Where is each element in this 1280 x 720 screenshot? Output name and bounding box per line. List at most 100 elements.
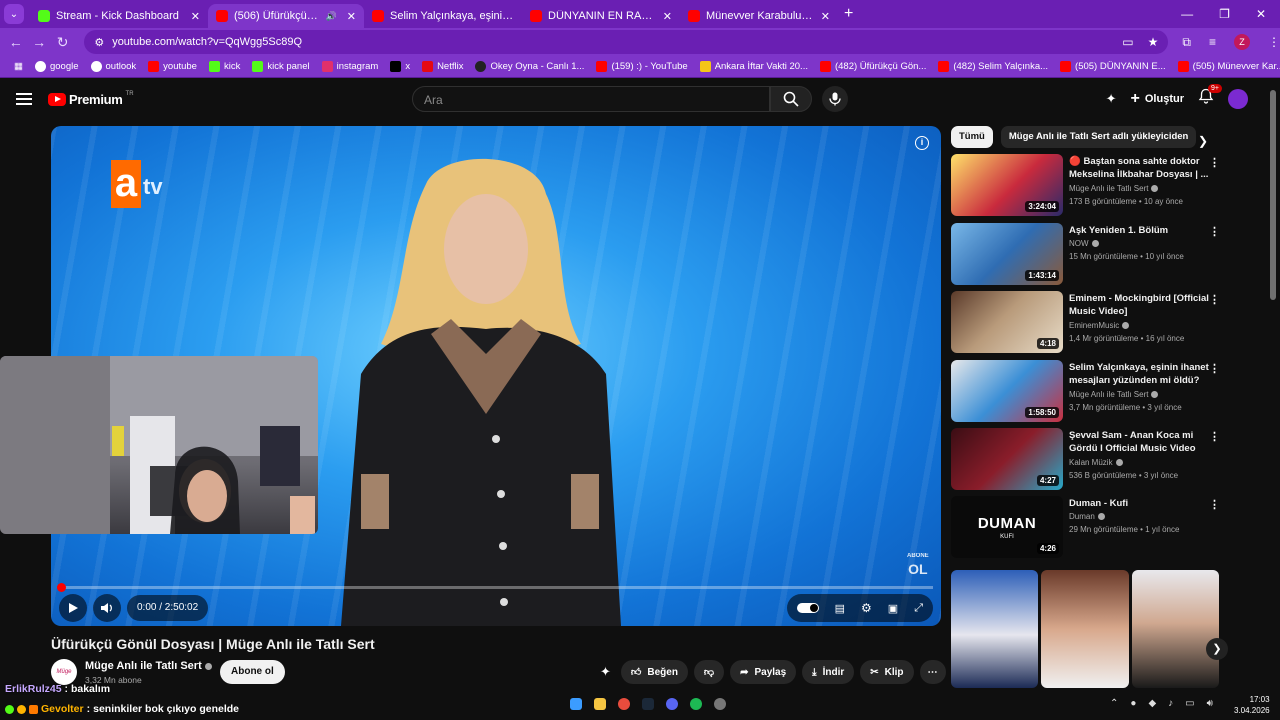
- chevron-right-icon[interactable]: ❯: [1198, 134, 1208, 148]
- shorts-next-button[interactable]: ❯: [1206, 638, 1228, 660]
- video-thumbnail[interactable]: 4:18: [951, 291, 1063, 353]
- recommendation-item[interactable]: 1:43:14 Aşk Yeniden 1. Bölüm NOW 15 Mn g…: [951, 223, 1223, 285]
- video-thumbnail[interactable]: 3:24:04: [951, 154, 1063, 216]
- chevron-up-icon[interactable]: ⌃: [1110, 698, 1118, 709]
- close-tab-icon[interactable]: ✕: [821, 10, 830, 23]
- site-info-icon[interactable]: ⚙: [94, 36, 104, 49]
- gem-icon[interactable]: ✦: [1106, 91, 1117, 107]
- create-button[interactable]: + Oluştur: [1131, 90, 1184, 108]
- bookmark-ankara-iftar[interactable]: Ankara İftar Vakti 20...: [694, 61, 814, 72]
- bookmark-outlook[interactable]: outlook: [85, 61, 143, 72]
- steam-tray-icon[interactable]: ◆: [1148, 698, 1156, 709]
- spotify-icon[interactable]: [690, 698, 702, 710]
- short-thumbnail[interactable]: [1131, 570, 1219, 688]
- bookmark-okey[interactable]: Okey Oyna - Canlı 1...: [469, 61, 590, 72]
- tab-selim[interactable]: Selim Yalçınkaya, eşinin ihanet: [364, 4, 522, 28]
- subtitles-icon[interactable]: ▤: [835, 602, 845, 615]
- volume-button[interactable]: [93, 594, 121, 622]
- bookmark-youtube[interactable]: youtube: [142, 61, 203, 72]
- tab-dunyanin[interactable]: DÜNYANIN EN RAHATSIZ EDİCİ ✕: [522, 4, 680, 28]
- back-icon[interactable]: ←: [4, 34, 27, 50]
- close-window-icon[interactable]: ✕: [1256, 7, 1266, 21]
- volume-tray-icon[interactable]: 🔊︎: [1207, 698, 1213, 709]
- bookmark-munevver[interactable]: (505) Münevver Kar...: [1172, 61, 1280, 72]
- notifications-button[interactable]: 9+: [1198, 84, 1222, 109]
- tab-search-button[interactable]: ⌄: [4, 4, 24, 24]
- reload-icon[interactable]: ↻: [51, 34, 74, 51]
- url-text[interactable]: youtube.com/watch?v=QqWgg5Sc89Q: [112, 36, 302, 48]
- settings-icon[interactable]: [714, 698, 726, 710]
- more-options-icon[interactable]: ⋮: [1209, 498, 1220, 511]
- search-button[interactable]: [770, 86, 812, 112]
- short-thumbnail[interactable]: [951, 570, 1039, 688]
- gem-icon[interactable]: ✦: [600, 664, 611, 680]
- bookmark-google[interactable]: google: [29, 61, 85, 72]
- discord-icon[interactable]: [666, 698, 678, 710]
- bookmark-ufurukcu[interactable]: (482) Üfürükçü Gön...: [814, 61, 932, 72]
- bookmark-youtube-159[interactable]: (159) :) - YouTube: [590, 61, 693, 72]
- file-explorer-icon[interactable]: [594, 698, 606, 710]
- menu-icon[interactable]: [16, 93, 32, 105]
- autoplay-toggle[interactable]: [796, 603, 819, 613]
- more-options-icon[interactable]: ⋮: [1209, 156, 1220, 169]
- recommendation-item[interactable]: 3:24:04 🔴 Baştan sona sahte doktor Mekse…: [951, 154, 1223, 216]
- play-button[interactable]: [59, 594, 87, 622]
- dislike-button[interactable]: 👎︎: [693, 660, 725, 684]
- like-button[interactable]: 👍︎ Beğen: [620, 660, 688, 684]
- page-scrollbar[interactable]: [1270, 90, 1276, 300]
- close-tab-icon[interactable]: ✕: [347, 10, 356, 23]
- download-button[interactable]: ⤓ İndir: [802, 660, 855, 684]
- bookmark-kick[interactable]: kick: [203, 61, 246, 72]
- channel-avatar[interactable]: Müge: [51, 659, 77, 685]
- chip-from-uploader[interactable]: Müge Anlı ile Tatlı Sert adlı yükleyicid…: [1000, 126, 1197, 148]
- bookmark-instagram[interactable]: instagram: [316, 61, 385, 72]
- recommendation-item[interactable]: 1:58:50 Selim Yalçınkaya, eşinin ihanet …: [951, 360, 1223, 422]
- app-tray-icon[interactable]: ●: [1130, 698, 1136, 709]
- settings-gear-icon[interactable]: ⚙: [861, 601, 872, 615]
- tab-munevver[interactable]: Münevver Karabulut Cinayetinin ✕: [680, 4, 838, 28]
- subscribe-button[interactable]: Abone ol: [220, 660, 285, 684]
- account-avatar[interactable]: [1228, 88, 1248, 109]
- more-options-icon[interactable]: ⋮: [1209, 225, 1220, 238]
- bookmark-selim[interactable]: (482) Selim Yalçınka...: [932, 61, 1054, 72]
- video-thumbnail[interactable]: DUMAN KUFI 4:26: [951, 496, 1063, 558]
- more-options-icon[interactable]: ⋮: [1209, 362, 1220, 375]
- mic-tray-icon[interactable]: ♪: [1168, 698, 1173, 709]
- chip-all[interactable]: Tümü: [951, 126, 993, 148]
- recommendation-item[interactable]: 4:18 Eminem - Mockingbird [Official Musi…: [951, 291, 1223, 353]
- omnibox[interactable]: ⚙ youtube.com/watch?v=QqWgg5Sc89Q ▭ ★: [84, 30, 1169, 54]
- info-icon[interactable]: i: [915, 136, 929, 150]
- channel-name[interactable]: Müge Anlı ile Tatlı Sert: [85, 660, 212, 672]
- share-button[interactable]: ➦ Paylaş: [730, 660, 797, 684]
- steam-icon[interactable]: [642, 698, 654, 710]
- chrome-icon[interactable]: [618, 698, 630, 710]
- bookmark-kick-panel[interactable]: kick panel: [246, 61, 315, 72]
- more-options-icon[interactable]: ⋮: [1209, 430, 1220, 443]
- clip-button[interactable]: ✂ Klip: [860, 660, 914, 684]
- minimize-icon[interactable]: —: [1181, 7, 1193, 21]
- fullscreen-icon[interactable]: ⤢: [914, 602, 923, 615]
- tab-active-video[interactable]: (506) Üfürükçü Gönül Dosy 🔊 ✕: [208, 4, 364, 28]
- more-options-icon[interactable]: ⋮: [1209, 293, 1220, 306]
- network-icon[interactable]: ▭: [1185, 698, 1194, 709]
- video-thumbnail[interactable]: 1:58:50: [951, 360, 1063, 422]
- reading-list-icon[interactable]: ≡: [1209, 35, 1216, 49]
- recommendation-item[interactable]: DUMAN KUFI 4:26 Duman - Kufi Duman 29 Mn…: [951, 496, 1223, 558]
- more-actions-button[interactable]: ⋯: [919, 660, 946, 684]
- close-tab-icon[interactable]: ✕: [663, 10, 672, 23]
- progress-bar[interactable]: [57, 583, 933, 592]
- video-thumbnail[interactable]: 4:27: [951, 428, 1063, 490]
- taskbar-clock[interactable]: 17:03 3.04.2026: [1234, 694, 1270, 716]
- bookmark-dunyanin[interactable]: (505) DÜNYANIN E...: [1054, 61, 1172, 72]
- bookmark-x[interactable]: x: [384, 61, 416, 72]
- bookmark-star-icon[interactable]: ★: [1148, 35, 1159, 49]
- restore-icon[interactable]: ❐: [1219, 7, 1230, 21]
- short-thumbnail[interactable]: [1041, 570, 1129, 688]
- apps-grid-icon[interactable]: ▦: [8, 61, 29, 72]
- miniplayer-icon[interactable]: ▣: [888, 602, 898, 615]
- scrubber-handle[interactable]: [57, 583, 66, 592]
- cast-icon[interactable]: ▭: [1122, 35, 1133, 49]
- windows-start-icon[interactable]: [570, 698, 582, 710]
- tab-kick-dashboard[interactable]: Stream - Kick Dashboard ✕: [30, 4, 208, 28]
- recommendation-item[interactable]: 4:27 Şevval Sam - Anan Koca mi Gördü I O…: [951, 428, 1223, 490]
